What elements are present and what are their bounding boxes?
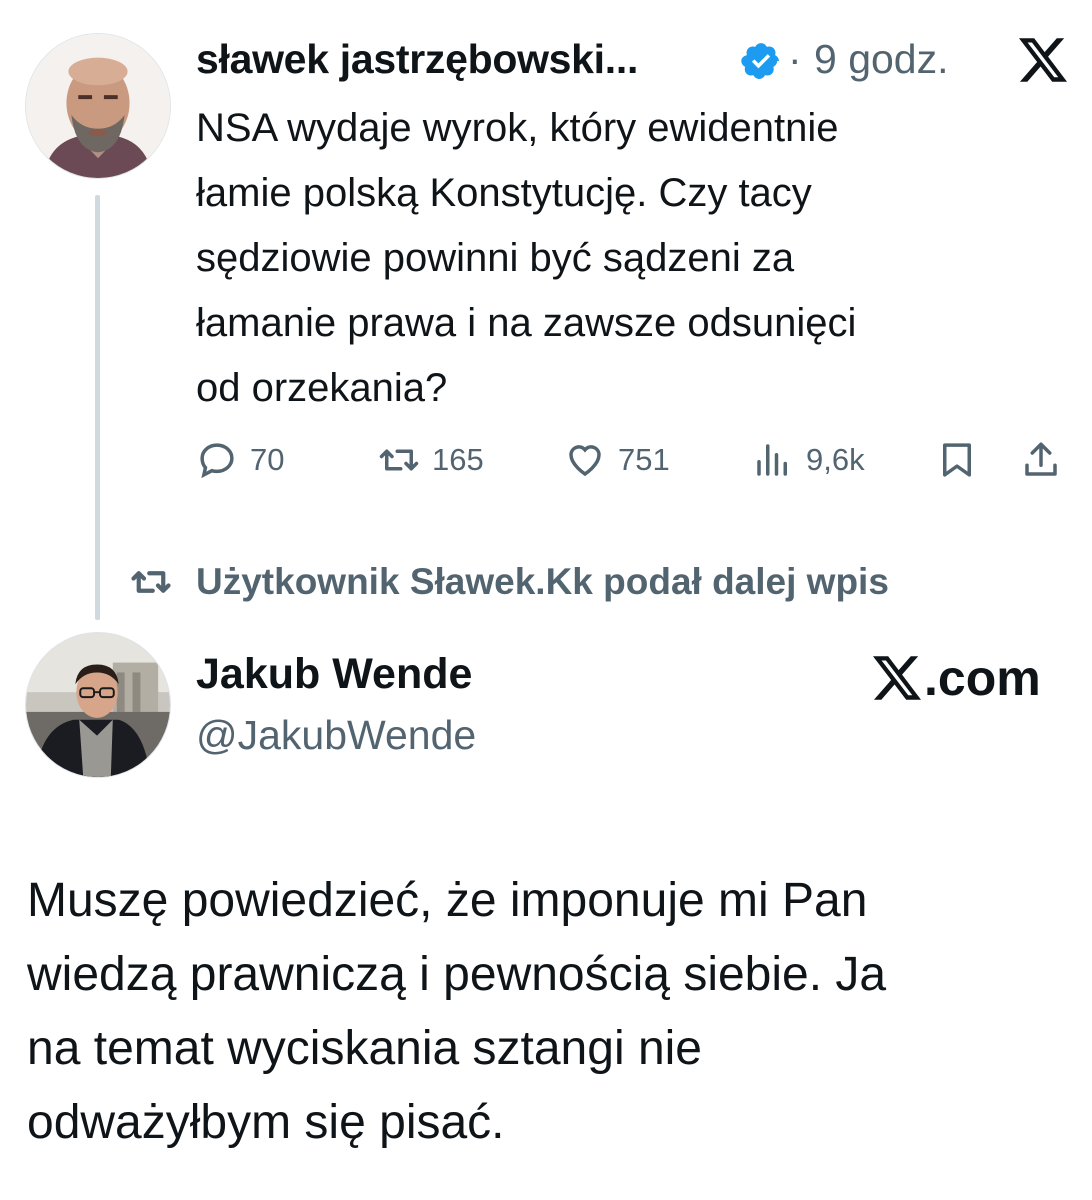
x-logo-icon bbox=[873, 656, 921, 700]
timestamp[interactable]: 9 godz. bbox=[814, 36, 949, 83]
reply-count: 70 bbox=[250, 442, 285, 477]
quoted-author-name[interactable]: Jakub Wende bbox=[196, 650, 472, 699]
tweet-text: NSA wydaje wyrok, który ewidentnie łamie… bbox=[196, 106, 857, 410]
quoted-author-avatar[interactable] bbox=[25, 632, 171, 778]
quoted-author-handle[interactable]: @JakubWende bbox=[196, 712, 476, 759]
share-button[interactable] bbox=[1020, 432, 1062, 488]
repost-count: 165 bbox=[432, 442, 484, 477]
reply-button[interactable]: 70 bbox=[196, 432, 284, 488]
tweet-actions: 70 165 751 9,6k bbox=[196, 432, 1076, 488]
quoted-tweet-text: Muszę powiedzieć, że imponuje mi Pan wie… bbox=[27, 874, 887, 1149]
repost-icon bbox=[131, 571, 171, 593]
separator-dot: · bbox=[788, 36, 802, 82]
reply-icon bbox=[200, 443, 234, 479]
repost-icon bbox=[379, 449, 419, 471]
views-icon bbox=[757, 444, 787, 476]
repost-button[interactable]: 165 bbox=[378, 432, 484, 488]
heart-icon bbox=[569, 445, 601, 477]
bookmark-icon bbox=[943, 443, 971, 477]
repost-notice-text: Użytkownik Sławek.Kk podał dalej wpis bbox=[196, 561, 889, 602]
tweet-header: sławek jastrzębowski... · 9 godz. bbox=[196, 30, 1067, 90]
author-avatar[interactable] bbox=[25, 33, 171, 179]
brand-suffix: .com bbox=[924, 650, 1041, 706]
view-count: 9,6k bbox=[806, 442, 865, 477]
repost-notice[interactable]: Użytkownik Sławek.Kk podał dalej wpis bbox=[128, 556, 889, 608]
like-button[interactable]: 751 bbox=[564, 432, 670, 488]
bookmark-button[interactable] bbox=[936, 432, 978, 488]
share-icon bbox=[1025, 442, 1057, 476]
x-com-brand: .com bbox=[872, 648, 1041, 708]
like-count: 751 bbox=[618, 442, 670, 477]
thread-connector-line bbox=[95, 195, 100, 620]
x-logo-icon bbox=[1019, 38, 1067, 82]
verified-badge-icon bbox=[741, 43, 779, 79]
author-name[interactable]: sławek jastrzębowski... bbox=[196, 36, 638, 83]
views-button[interactable]: 9,6k bbox=[752, 432, 865, 488]
